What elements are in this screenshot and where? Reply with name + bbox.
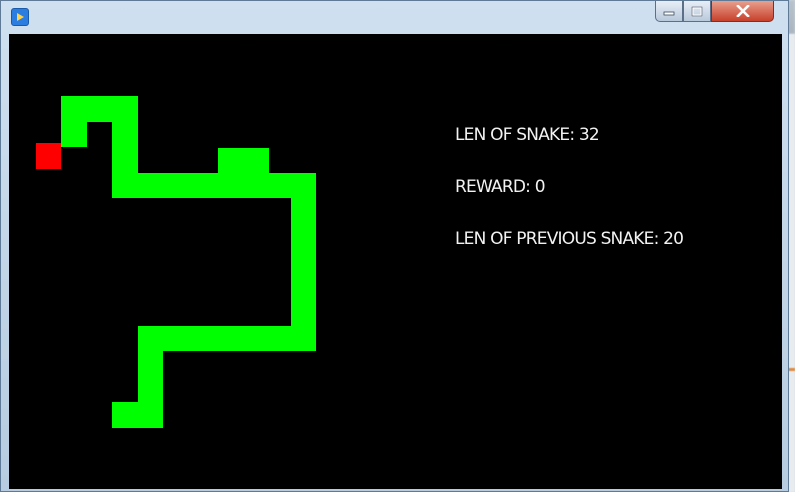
close-button[interactable]	[711, 1, 774, 22]
maximize-icon	[691, 6, 703, 16]
pygame-window-icon[interactable]	[11, 8, 29, 26]
snake-segment	[112, 172, 316, 198]
snake-segment	[137, 351, 163, 402]
snake-segment	[61, 121, 87, 147]
snake-segment	[61, 96, 138, 122]
game-canvas: LEN OF SNAKE: 32 REWARD: 0 LEN OF PREVIO…	[9, 34, 782, 489]
snake-segment	[137, 325, 316, 351]
snake-length-text: LEN OF SNAKE: 32	[455, 125, 600, 145]
previous-snake-length-text: LEN OF PREVIOUS SNAKE: 20	[455, 229, 684, 249]
window-controls	[655, 1, 774, 23]
minimize-icon	[663, 11, 675, 16]
snake-segment	[218, 148, 269, 176]
food-block	[35, 143, 61, 169]
game-window: LEN OF SNAKE: 32 REWARD: 0 LEN OF PREVIO…	[0, 0, 789, 492]
close-icon	[735, 5, 750, 17]
minimize-button[interactable]	[655, 1, 683, 22]
reward-text: REWARD: 0	[455, 177, 546, 197]
snake-segment	[112, 402, 163, 428]
maximize-button[interactable]	[683, 1, 711, 22]
